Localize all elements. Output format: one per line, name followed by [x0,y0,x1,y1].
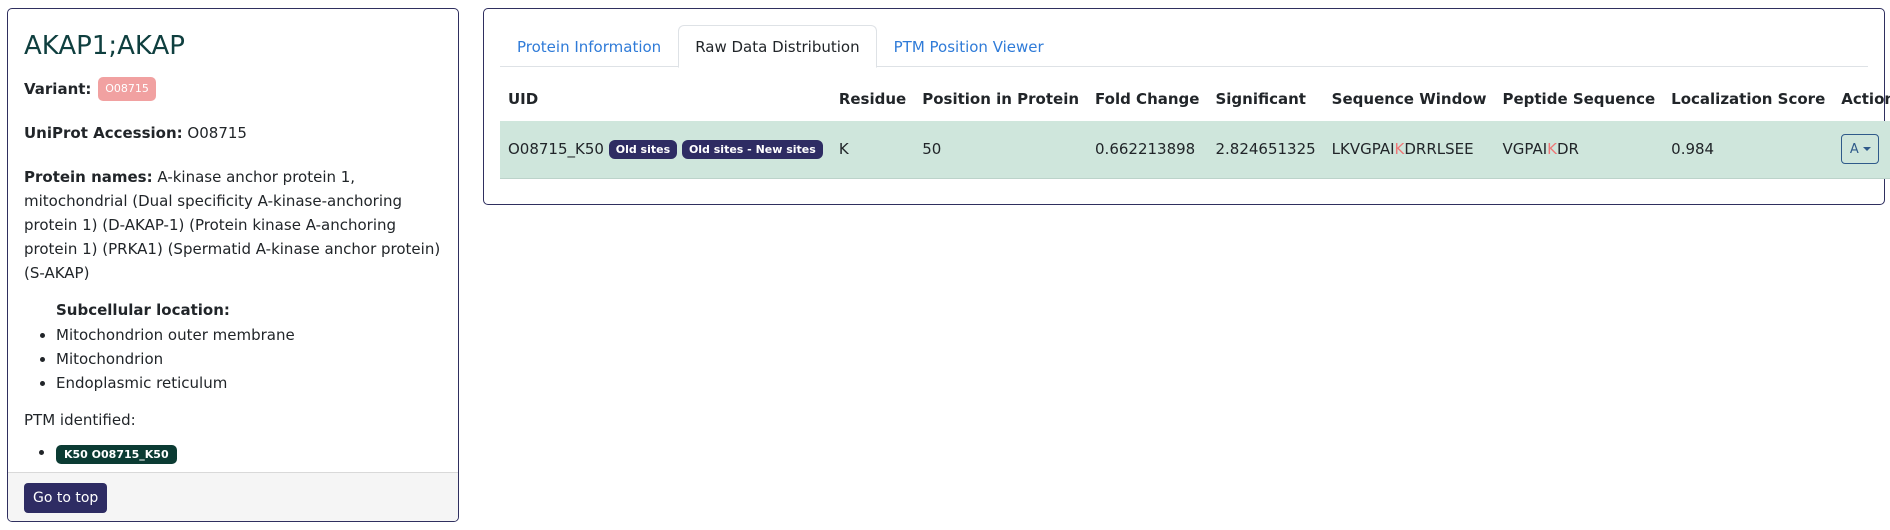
tab-raw-data-distribution[interactable]: Raw Data Distribution [678,25,877,68]
variant-badge: O08715 [98,77,156,101]
peptide-post: DR [1556,140,1579,159]
actions-button-label: A [1849,141,1859,157]
caret-down-icon [1862,147,1871,152]
card-footer: Go to top [8,472,458,521]
ptm-list-item: K50 O08715_K50 [56,443,442,464]
column-header-significant: Significant [1215,90,1306,108]
protein-summary-body: AKAP1;AKAP Variant: O08715 UniProt Acces… [8,9,458,464]
column-header-actions: Actions [1841,90,1890,108]
cell-actions: A [1833,121,1890,179]
column-header-localization-score: Localization Score [1671,90,1826,108]
old-sites-badge: Old sites [608,139,678,159]
location-item: Endoplasmic reticulum [56,371,442,395]
protein-names-label: Protein names: [24,168,153,186]
cell-localization-score: 0.984 [1663,121,1834,179]
sequence-window-site: K [1394,140,1405,159]
go-to-top-button[interactable]: Go to top [24,483,108,513]
actions-dropdown-button[interactable]: A [1841,134,1880,165]
old-new-sites-badge: Old sites - New sites [681,139,823,159]
column-header-position: Position in Protein [922,90,1080,108]
tab-bar: Protein Information Raw Data Distributio… [500,25,1868,68]
cell-peptide-sequence: VGPAIKDR [1494,121,1664,179]
column-header-peptide-sequence: Peptide Sequence [1502,90,1656,108]
sequence-window-post: DRRLSEE [1404,140,1474,159]
uid-value: O08715_K50 [508,139,604,158]
column-header-uid: UID [508,90,539,108]
ptm-list: K50 O08715_K50 [24,443,442,464]
cell-significant: 2.824651325 [1207,121,1324,179]
subcellular-location-heading: Subcellular location: [56,301,230,319]
cell-uid: O08715_K50 Old sites Old sites - New sit… [500,121,831,179]
column-header-fold-change: Fold Change [1095,90,1200,108]
gene-title: AKAP1;AKAP [24,31,185,61]
peptide-pre: VGPAI [1502,140,1548,159]
accession-label: UniProt Accession: [24,124,183,142]
location-item: Mitochondrion outer membrane [56,323,442,347]
ptm-identified-label: PTM identified: [24,411,136,429]
table-row: O08715_K50 Old sites Old sites - New sit… [500,121,1890,179]
accession-line: UniProt Accession: O08715 [24,123,442,143]
location-item: Mitochondrion [56,347,442,371]
cell-fold-change: 0.662213898 [1087,121,1208,179]
tab-protein-information[interactable]: Protein Information [500,25,678,67]
column-header-residue: Residue [838,90,907,108]
sequence-window-pre: LKVGPAI [1331,140,1395,159]
cell-sequence-window: LKVGPAIKDRRLSEE [1323,121,1495,179]
ptm-badge[interactable]: K50 O08715_K50 [56,445,177,464]
raw-data-table: UID Residue Position in Protein Fold Cha… [500,77,1890,179]
accession-value: O08715 [187,124,247,142]
cell-position: 50 [914,121,1088,179]
tab-ptm-position-viewer[interactable]: PTM Position Viewer [877,25,1061,67]
variant-line: Variant: O08715 [24,77,442,101]
protein-names: Protein names: A-kinase anchor protein 1… [24,165,442,285]
protein-summary-card: AKAP1;AKAP Variant: O08715 UniProt Acces… [7,8,459,522]
peptide-site: K [1547,140,1557,159]
data-card: Protein Information Raw Data Distributio… [483,8,1890,205]
subcellular-location-list: Mitochondrion outer membrane Mitochondri… [24,323,442,395]
column-header-sequence-window: Sequence Window [1331,90,1487,108]
table-header-row: UID Residue Position in Protein Fold Cha… [500,77,1890,121]
cell-residue: K [830,121,915,179]
variant-label: Variant: [24,80,92,98]
